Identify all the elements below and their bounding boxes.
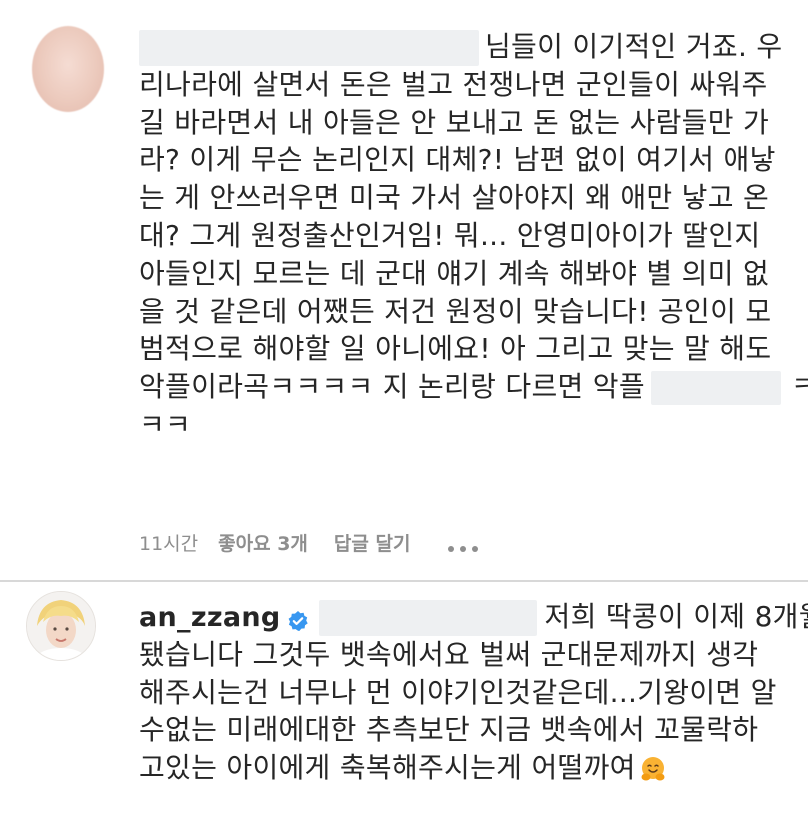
an-zzang-avatar[interactable] (26, 591, 96, 661)
comment-line: 을 것 같은데 어쨌든 저건 원정이 맞습니다! 공인이 모 (139, 294, 772, 328)
redacted-username (318, 600, 537, 636)
comment-timestamp: 11시간 (139, 532, 199, 555)
comment-line: 라? 이게 무슨 논리인지 대체?! 남편 없이 여기서 애낳 (139, 143, 776, 177)
comment-line: 길 바라면서 내 아들은 안 보내고 돈 없는 사람들만 가 (139, 105, 770, 139)
comment-username[interactable]: an_zzang (139, 602, 281, 633)
comment-line: an_zzang 저희 딱콩이 이제 8개월 (139, 598, 808, 636)
comment-line: 님들이 이기적인 거죠. 우 (139, 28, 782, 66)
comment-line: 대? 그게 원정출산인거임! 뭐... 안영미아이가 딸인지 (139, 218, 761, 252)
comment-2-text: an_zzang 저희 딱콩이 이제 8개월 됐습니다 그것두 뱃속에서요 벌써… (139, 598, 808, 787)
comment-line: 악플이라곡ㅋㅋㅋㅋ 지 논리랑 다르면 악플ㅋㅋ (139, 370, 808, 406)
comment-line: 리나라에 살면서 돈은 벌고 전쟁나면 군인들이 싸워주 (139, 67, 768, 101)
comment-line: 수없는 미래에대한 추측보단 지금 뱃속에서 꼬물락하 (139, 713, 759, 747)
comment-divider (0, 580, 808, 582)
hugging-face-emoji-icon (640, 754, 666, 781)
likes-count[interactable]: 좋아요 3개 (218, 529, 308, 556)
comment-line: 고있는 아이에게 축복해주시는게 어떨까여 (139, 749, 779, 787)
commenter-avatar[interactable] (32, 26, 104, 112)
redacted-username (139, 30, 479, 66)
comment-line: 해주시는건 너무나 먼 이야기인것같은데...기왕이면 알 (139, 675, 777, 709)
comment-line: 됐습니다 그것두 뱃속에서요 벌써 군대문제까지 생각 (139, 637, 759, 671)
reply-button[interactable]: 답글 달기 (334, 529, 411, 556)
comment-line: 아들인지 모르는 데 군대 얘기 계속 해봐야 별 의미 없 (139, 256, 770, 290)
more-options-icon[interactable] (446, 537, 480, 552)
verified-badge-icon (287, 604, 309, 631)
comment-line: 범적으로 해야할 일 아니에요! 아 그리고 맞는 말 해도 (139, 332, 772, 366)
comment-1-text: 님들이 이기적인 거죠. 우 리나라에 살면서 돈은 벌고 전쟁나면 군인들이 … (139, 28, 808, 444)
comment-line: ㅋㅋ (139, 407, 192, 441)
comment-line: 는 게 안쓰러우면 미국 가서 살아야지 왜 애만 낳고 온 (139, 181, 770, 215)
comment-1-meta: 11시간 좋아요 3개 답글 달기 (139, 526, 480, 558)
redacted-text (650, 371, 781, 406)
